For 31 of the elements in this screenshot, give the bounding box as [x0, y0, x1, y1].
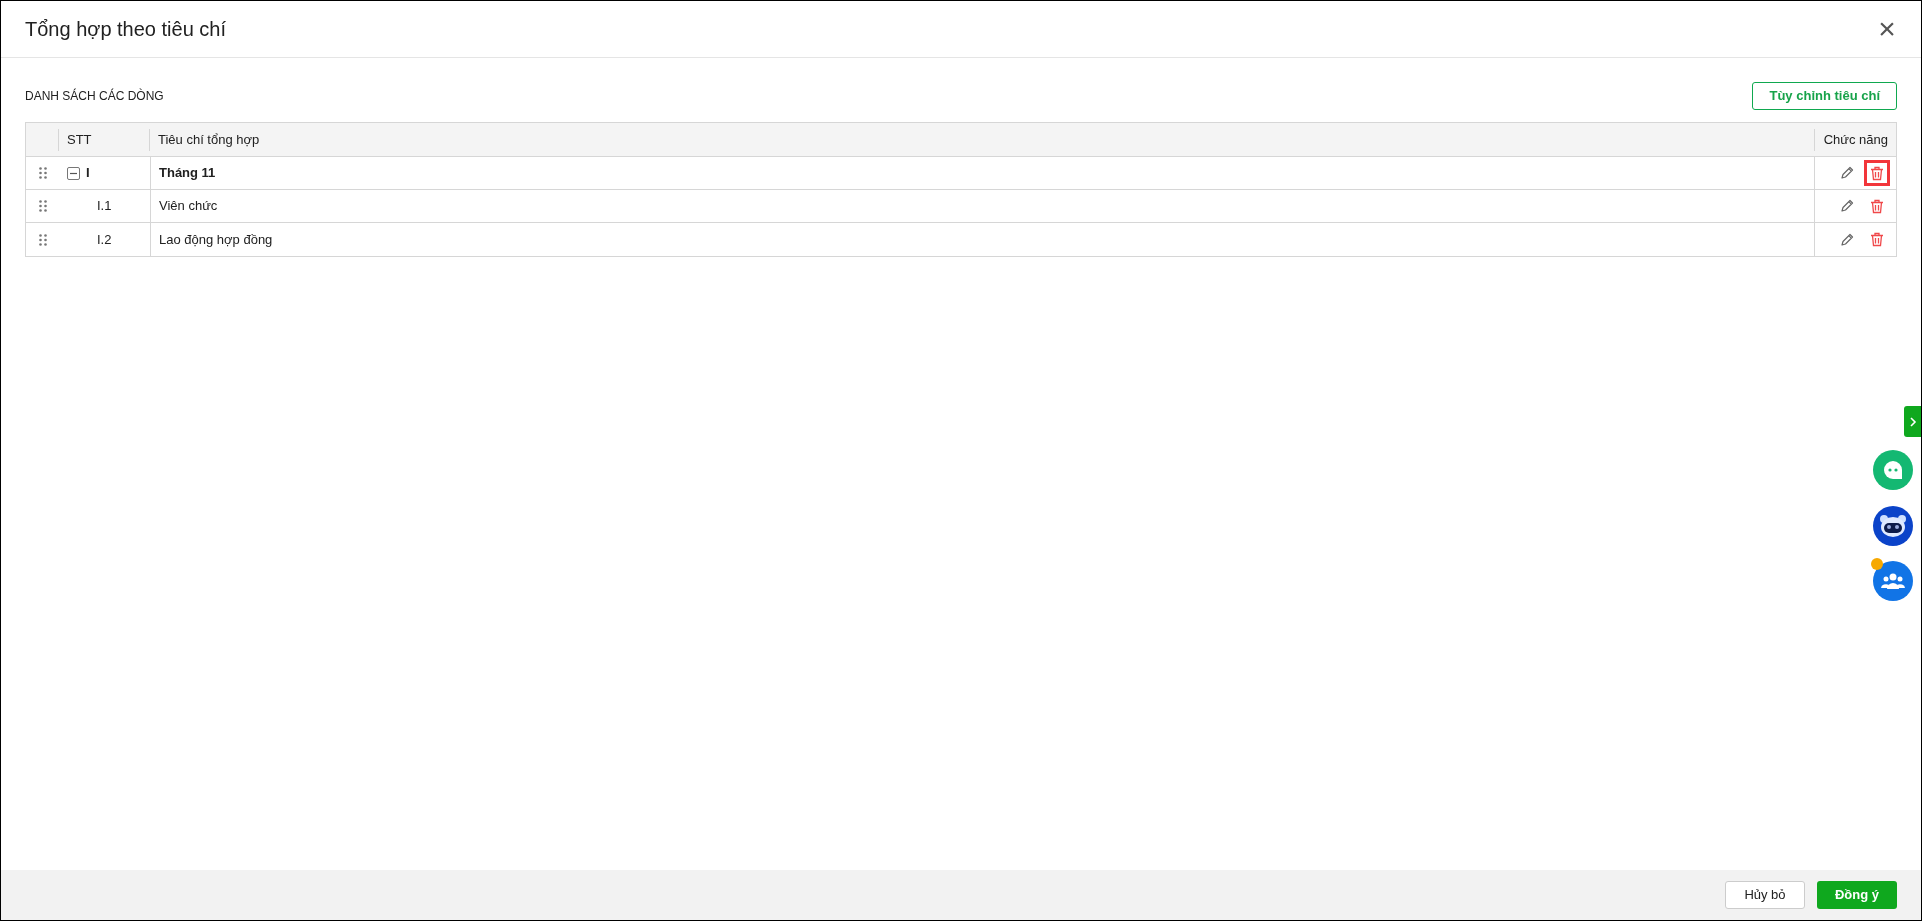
robot-icon: [1879, 514, 1907, 538]
chat-bubble-icon: [1882, 459, 1904, 481]
chat-button[interactable]: [1873, 450, 1913, 490]
robot-button[interactable]: [1873, 506, 1913, 546]
column-header: Chức năng: [1823, 130, 1888, 149]
chevron-right-icon: [1908, 416, 1917, 427]
close-button[interactable]: ×: [1873, 15, 1901, 43]
delete-icon: [1870, 165, 1884, 181]
dialog-title: Tổng hợp theo tiêu chí: [25, 17, 227, 42]
row-number: I.1: [97, 197, 112, 216]
edit-icon[interactable]: [1840, 232, 1854, 247]
community-button[interactable]: [1873, 561, 1913, 601]
column-header: STT: [67, 130, 92, 149]
row-number: I: [86, 164, 90, 183]
criterion-name: Tháng 11: [159, 165, 216, 181]
edit-icon[interactable]: [1840, 166, 1854, 180]
drag-handle-icon[interactable]: [38, 167, 47, 179]
criterion-name: Viên chức: [159, 198, 218, 214]
row-number: I.2: [97, 230, 112, 249]
column-header: Tiêu chí tổng hợp: [158, 130, 260, 149]
delete-icon: [1870, 198, 1884, 214]
drag-handle-icon[interactable]: [38, 200, 47, 212]
drag-handle-icon[interactable]: [38, 233, 47, 246]
cancel-button[interactable]: Hủy bỏ: [1725, 881, 1805, 909]
delete-button[interactable]: [1864, 160, 1890, 186]
collapse-toggle[interactable]: [67, 166, 80, 180]
people-icon: [1881, 572, 1905, 590]
delete-icon: [1870, 232, 1884, 247]
section-title: DANH SÁCH CÁC DÒNG: [25, 87, 164, 105]
edit-icon[interactable]: [1840, 199, 1854, 213]
criterion-name: Lao động hợp đồng: [159, 231, 273, 247]
